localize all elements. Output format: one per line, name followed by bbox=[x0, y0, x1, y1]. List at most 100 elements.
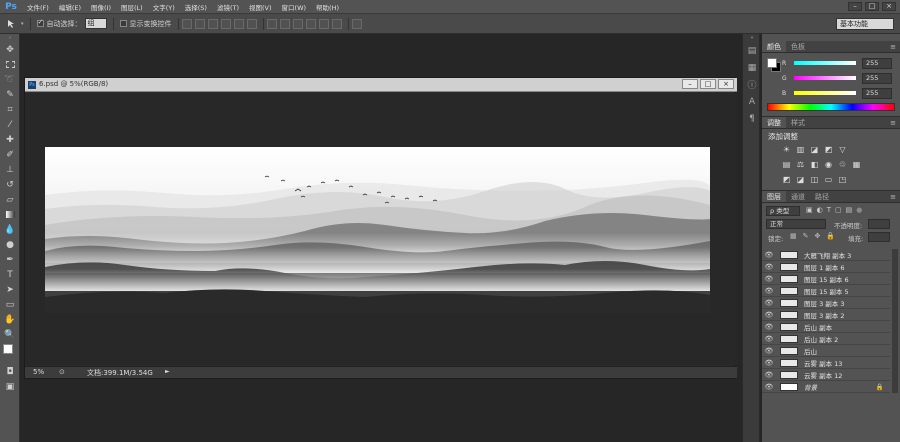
menu-image[interactable]: 图像(I) bbox=[86, 2, 116, 12]
auto-select-dropdown[interactable]: 组 bbox=[84, 18, 107, 29]
brush-tool-icon[interactable]: ✐ bbox=[0, 147, 20, 162]
green-channel-value[interactable]: 255 bbox=[862, 72, 892, 84]
quick-select-tool-icon[interactable]: ✎ bbox=[0, 87, 20, 102]
levels-icon[interactable]: ▥ bbox=[796, 145, 805, 154]
lock-all-icon[interactable]: 🔒 bbox=[826, 232, 835, 240]
path-select-tool-icon[interactable]: ➤ bbox=[0, 282, 20, 297]
screen-mode-icon[interactable]: ▣ bbox=[0, 379, 20, 394]
close-button[interactable]: × bbox=[882, 2, 896, 11]
align-right-icon[interactable] bbox=[246, 18, 257, 29]
layer-row[interactable]: 👁 后山 副本 bbox=[762, 321, 890, 333]
invert-icon[interactable]: ◩ bbox=[782, 175, 791, 184]
tab-channels[interactable]: 通道 bbox=[786, 191, 810, 202]
eye-icon[interactable]: 👁 bbox=[762, 371, 776, 379]
menu-window[interactable]: 窗口(W) bbox=[277, 2, 312, 12]
opacity-field[interactable] bbox=[868, 219, 890, 229]
menu-select[interactable]: 选择(S) bbox=[180, 2, 212, 12]
lock-position-icon[interactable]: ✥ bbox=[815, 232, 821, 240]
shape-tool-icon[interactable]: ▭ bbox=[0, 297, 20, 312]
filter-adjustment-icon[interactable]: ◐ bbox=[817, 206, 823, 214]
eye-icon[interactable]: 👁 bbox=[762, 287, 776, 295]
blend-mode-dropdown[interactable]: 正常 bbox=[766, 219, 826, 229]
zoom-tool-icon[interactable]: 🔍 bbox=[0, 327, 20, 342]
layer-row[interactable]: 👁 背景 🔒 bbox=[762, 381, 890, 393]
black-white-icon[interactable]: ◧ bbox=[810, 160, 819, 169]
distribute-vcenter-icon[interactable] bbox=[279, 18, 290, 29]
panel-collapse-icon[interactable]: » bbox=[0, 34, 20, 42]
layer-row[interactable]: 👁 后山 bbox=[762, 345, 890, 357]
distribute-hcenter-icon[interactable] bbox=[318, 18, 329, 29]
blur-tool-icon[interactable]: 💧 bbox=[0, 222, 20, 237]
color-swatches[interactable] bbox=[0, 342, 20, 364]
info-panel-icon[interactable]: ⓘ bbox=[743, 76, 761, 93]
channel-mixer-icon[interactable]: ♲ bbox=[838, 160, 847, 169]
document-tab[interactable]: Ps 6.psd @ 5%(RGB/8) – □ × bbox=[25, 78, 737, 92]
layer-row[interactable]: 👁 大雁飞翔 副本 3 bbox=[762, 249, 890, 261]
tab-swatches[interactable]: 色板 bbox=[786, 41, 810, 52]
align-bottom-icon[interactable] bbox=[207, 18, 218, 29]
eye-icon[interactable]: 👁 bbox=[762, 263, 776, 271]
menu-view[interactable]: 视图(V) bbox=[244, 2, 277, 12]
eye-icon[interactable]: 👁 bbox=[762, 359, 776, 367]
auto-align-icon[interactable] bbox=[351, 18, 362, 29]
posterize-icon[interactable]: ◪ bbox=[796, 175, 805, 184]
status-info-icon[interactable]: ⊙ bbox=[59, 368, 65, 376]
align-hcenter-icon[interactable] bbox=[233, 18, 244, 29]
eye-icon[interactable]: 👁 bbox=[762, 299, 776, 307]
workspace-dropdown[interactable]: 基本功能 bbox=[836, 18, 894, 30]
eye-icon[interactable]: 👁 bbox=[762, 335, 776, 343]
curves-icon[interactable]: ◪ bbox=[810, 145, 819, 154]
menu-help[interactable]: 帮助(H) bbox=[311, 2, 344, 12]
filter-smart-icon[interactable]: ▤ bbox=[846, 206, 853, 214]
auto-select-checkbox[interactable] bbox=[36, 20, 44, 27]
properties-panel-icon[interactable]: ▦ bbox=[743, 59, 761, 76]
foreground-color-swatch[interactable] bbox=[3, 344, 13, 354]
tab-adjustments[interactable]: 调整 bbox=[762, 117, 786, 128]
photo-filter-icon[interactable]: ◉ bbox=[824, 160, 833, 169]
healing-brush-tool-icon[interactable]: ✚ bbox=[0, 132, 20, 147]
layer-filter-dropdown[interactable]: ρ 类型 bbox=[766, 206, 800, 216]
layer-row[interactable]: 👁 图层 1 副本 6 bbox=[762, 261, 890, 273]
gradient-tool-icon[interactable] bbox=[0, 207, 20, 222]
tab-layers[interactable]: 图层 bbox=[762, 191, 786, 202]
distribute-top-icon[interactable] bbox=[266, 18, 277, 29]
tab-styles[interactable]: 样式 bbox=[786, 117, 810, 128]
menu-layer[interactable]: 图层(L) bbox=[116, 2, 148, 12]
zoom-level-field[interactable]: 5% bbox=[33, 368, 44, 376]
panel-menu-icon[interactable]: ≡ bbox=[890, 43, 896, 51]
fill-field[interactable] bbox=[868, 232, 890, 242]
doc-close-button[interactable]: × bbox=[718, 79, 734, 89]
doc-minimize-button[interactable]: – bbox=[682, 79, 698, 89]
minimize-button[interactable]: – bbox=[848, 2, 862, 11]
color-spectrum-bar[interactable] bbox=[767, 103, 895, 111]
threshold-icon[interactable]: ◫ bbox=[810, 175, 819, 184]
filter-pixel-icon[interactable]: ▣ bbox=[806, 206, 813, 214]
crop-tool-icon[interactable]: ⌗ bbox=[0, 102, 20, 117]
eye-icon[interactable]: 👁 bbox=[762, 383, 776, 391]
red-channel-slider[interactable] bbox=[794, 61, 856, 65]
lock-transparent-icon[interactable]: ▦ bbox=[790, 232, 797, 240]
eye-icon[interactable]: 👁 bbox=[762, 347, 776, 355]
marquee-tool-icon[interactable] bbox=[0, 57, 20, 72]
filter-type-icon[interactable]: T bbox=[827, 206, 831, 214]
eye-icon[interactable]: 👁 bbox=[762, 275, 776, 283]
lock-image-icon[interactable]: ✎ bbox=[803, 232, 809, 240]
distribute-bottom-icon[interactable] bbox=[292, 18, 303, 29]
history-brush-tool-icon[interactable]: ↺ bbox=[0, 177, 20, 192]
layer-row[interactable]: 👁 后山 副本 2 bbox=[762, 333, 890, 345]
menu-edit[interactable]: 编辑(E) bbox=[54, 2, 86, 12]
red-channel-value[interactable]: 255 bbox=[862, 57, 892, 69]
layers-scrollbar[interactable] bbox=[892, 249, 898, 393]
show-transform-checkbox[interactable] bbox=[119, 20, 127, 27]
hand-tool-icon[interactable]: ✋ bbox=[0, 312, 20, 327]
vibrance-icon[interactable]: ▽ bbox=[838, 145, 847, 154]
exposure-icon[interactable]: ◩ bbox=[824, 145, 833, 154]
align-left-icon[interactable] bbox=[220, 18, 231, 29]
panel-menu-icon[interactable]: ≡ bbox=[890, 193, 896, 201]
blue-channel-slider[interactable] bbox=[794, 91, 856, 95]
eyedropper-tool-icon[interactable]: ⁄ bbox=[0, 117, 20, 132]
layer-row[interactable]: 👁 图层 3 副本 3 bbox=[762, 297, 890, 309]
green-channel-slider[interactable] bbox=[794, 76, 856, 80]
align-vcenter-icon[interactable] bbox=[194, 18, 205, 29]
layer-row[interactable]: 👁 云雾 副本 13 bbox=[762, 357, 890, 369]
